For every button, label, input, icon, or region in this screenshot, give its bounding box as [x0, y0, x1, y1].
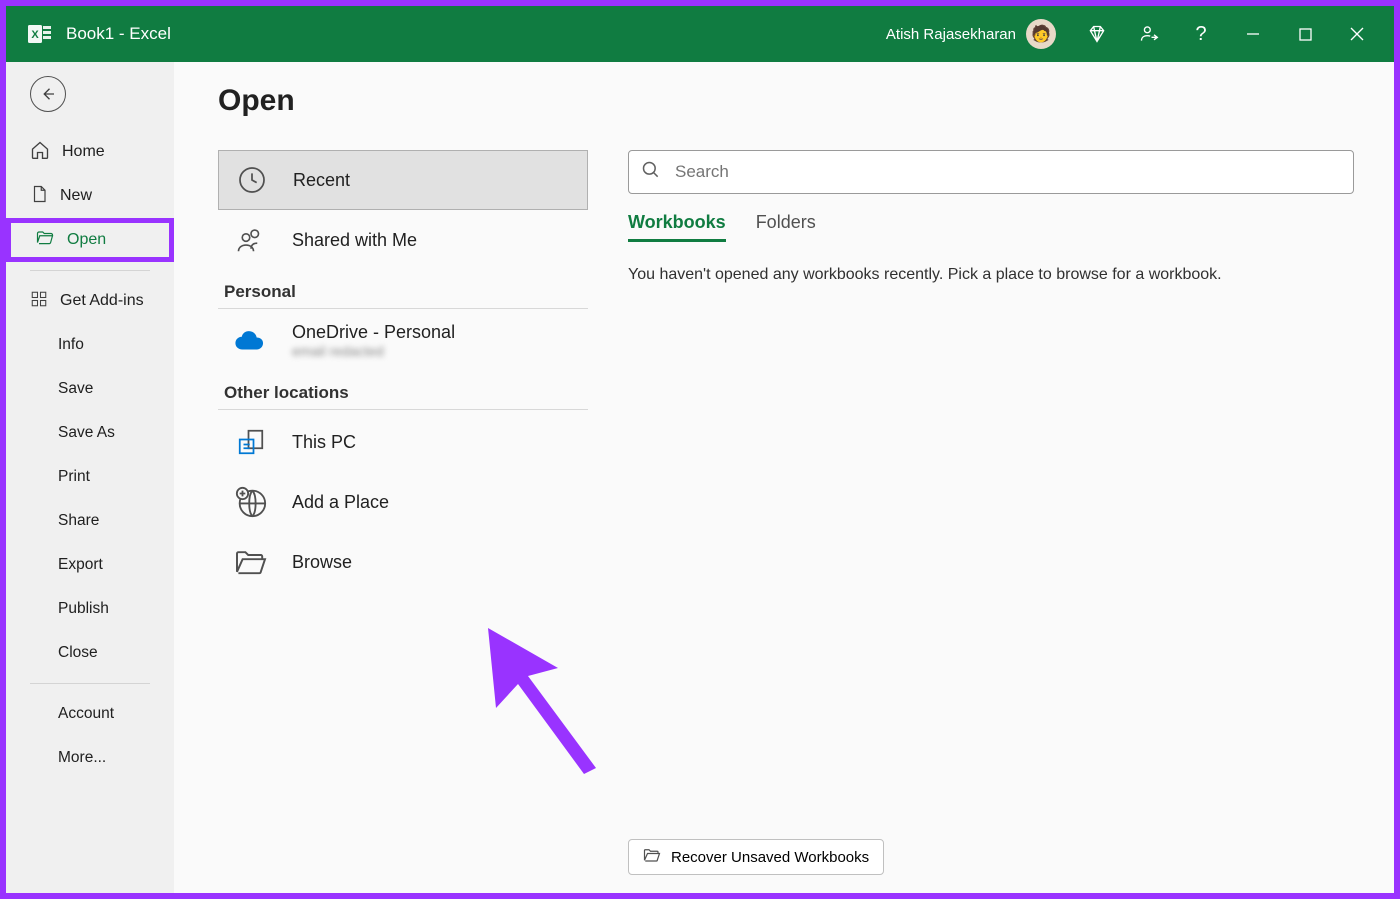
location-label: Shared with Me [292, 230, 417, 251]
main-area: Open Recent Shared with Me Personal OneD… [174, 62, 1394, 893]
recent-column: Workbooks Folders You haven't opened any… [588, 150, 1394, 893]
title-bar: X Book1 - Excel Atish Rajasekharan 🧑 ? [6, 6, 1394, 62]
search-icon [641, 160, 661, 185]
globe-plus-icon [232, 483, 270, 521]
nav-label: Open [67, 231, 106, 249]
nav-account[interactable]: Account [6, 692, 174, 736]
location-label: This PC [292, 432, 356, 453]
divider [30, 270, 150, 271]
avatar[interactable]: 🧑 [1026, 19, 1056, 49]
user-name[interactable]: Atish Rajasekharan [886, 26, 1016, 43]
recover-unsaved-button[interactable]: Recover Unsaved Workbooks [628, 839, 884, 875]
location-label: OneDrive - Personal [292, 322, 455, 342]
nav-close[interactable]: Close [6, 631, 174, 675]
person-share-icon[interactable] [1124, 6, 1174, 62]
nav-save-as[interactable]: Save As [6, 411, 174, 455]
people-icon [232, 221, 270, 259]
svg-text:X: X [31, 29, 39, 41]
nav-label: Info [58, 336, 84, 354]
search-box[interactable] [628, 150, 1354, 194]
home-icon [30, 140, 50, 165]
locations-column: Recent Shared with Me Personal OneDrive … [218, 150, 588, 893]
location-label: Recent [293, 170, 350, 191]
nav-label: Export [58, 556, 103, 574]
nav-save[interactable]: Save [6, 367, 174, 411]
nav-label: Publish [58, 600, 109, 618]
location-label: Add a Place [292, 492, 389, 513]
addins-icon [30, 290, 48, 313]
section-other: Other locations [218, 371, 588, 410]
window-title: Book1 - Excel [66, 24, 171, 44]
nav-label: Home [62, 143, 105, 161]
nav-home[interactable]: Home [6, 130, 174, 174]
back-button[interactable] [30, 76, 66, 112]
onedrive-email: email redacted [292, 343, 384, 359]
nav-label: Print [58, 468, 90, 486]
tab-folders[interactable]: Folders [756, 212, 816, 242]
nav-label: Get Add-ins [60, 292, 144, 310]
location-this-pc[interactable]: This PC [218, 412, 588, 472]
folder-open-icon [35, 229, 55, 252]
nav-print[interactable]: Print [6, 455, 174, 499]
nav-share[interactable]: Share [6, 499, 174, 543]
backstage-sidebar: Home New Open Get Add-ins Info Save Save… [6, 62, 174, 893]
location-browse[interactable]: Browse [218, 532, 588, 592]
location-shared[interactable]: Shared with Me [218, 210, 588, 270]
location-label: Browse [292, 552, 352, 573]
nav-more[interactable]: More... [6, 736, 174, 780]
minimize-button[interactable] [1228, 6, 1278, 62]
nav-label: More... [58, 749, 106, 767]
location-add-place[interactable]: Add a Place [218, 472, 588, 532]
excel-icon: X [26, 22, 54, 46]
nav-label: Save [58, 380, 93, 398]
recover-label: Recover Unsaved Workbooks [671, 849, 869, 866]
location-recent[interactable]: Recent [218, 150, 588, 210]
nav-get-addins[interactable]: Get Add-ins [6, 279, 174, 323]
tabs: Workbooks Folders [628, 212, 1354, 242]
clock-icon [233, 161, 271, 199]
nav-label: Close [58, 644, 98, 662]
nav-new[interactable]: New [6, 174, 174, 218]
nav-label: Account [58, 705, 114, 723]
divider [30, 683, 150, 684]
folder-open-icon [643, 847, 661, 867]
nav-label: Save As [58, 424, 115, 442]
page-title: Open [218, 84, 295, 118]
search-input[interactable] [675, 162, 1341, 182]
this-pc-icon [232, 423, 270, 461]
tab-workbooks[interactable]: Workbooks [628, 212, 726, 242]
folder-open-icon [232, 543, 270, 581]
location-onedrive[interactable]: OneDrive - Personal email redacted [218, 311, 588, 371]
nav-publish[interactable]: Publish [6, 587, 174, 631]
diamond-icon[interactable] [1072, 6, 1122, 62]
onedrive-icon [232, 322, 270, 360]
nav-label: Share [58, 512, 99, 530]
nav-open[interactable]: Open [6, 218, 174, 262]
nav-export[interactable]: Export [6, 543, 174, 587]
empty-message: You haven't opened any workbooks recentl… [628, 266, 1354, 284]
maximize-button[interactable] [1280, 6, 1330, 62]
document-icon [30, 184, 48, 209]
nav-label: New [60, 187, 92, 205]
nav-info[interactable]: Info [6, 323, 174, 367]
help-icon[interactable]: ? [1176, 6, 1226, 62]
section-personal: Personal [218, 270, 588, 309]
close-button[interactable] [1332, 6, 1382, 62]
